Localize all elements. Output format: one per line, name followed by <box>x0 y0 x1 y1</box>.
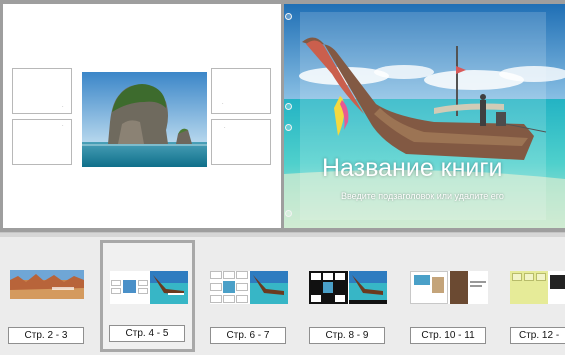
thumbnail-preview <box>110 271 188 304</box>
page-thumbnail[interactable]: Стр. 8 - 9 <box>305 243 397 349</box>
cover-page[interactable]: Название книги Введите подзаголовок или … <box>284 4 565 228</box>
page-thumbnail-selected[interactable]: Стр. 4 - 5 <box>100 240 195 352</box>
resize-handle[interactable] <box>285 124 292 131</box>
thumbnail-preview <box>410 271 488 304</box>
cover-title[interactable]: Название книги <box>322 154 562 183</box>
photobook-editor: · · · · Название книги Введите подзаголо… <box>0 0 565 355</box>
cover-text-frame[interactable] <box>300 12 546 220</box>
thumbnail-preview <box>10 270 84 299</box>
photo-placeholder[interactable]: · <box>211 119 271 165</box>
page-thumbnail[interactable]: Стр. 6 - 7 <box>206 243 298 349</box>
page-spread-editor: · · · · Название книги Введите подзаголо… <box>0 0 565 232</box>
photo-placeholder[interactable]: · <box>12 119 72 165</box>
photo-placeholder[interactable]: · <box>12 68 72 114</box>
thumbnail-preview <box>510 271 565 304</box>
thumbnail-preview <box>210 271 288 304</box>
thumbnail-label: Стр. 2 - 3 <box>8 327 84 344</box>
photo-placeholder[interactable]: · <box>211 68 271 114</box>
island-photo[interactable] <box>82 72 207 167</box>
resize-handle[interactable] <box>285 210 292 217</box>
thumbnail-preview <box>309 271 387 304</box>
thumbnail-label: Стр. 4 - 5 <box>109 325 185 342</box>
thumbnail-label: Стр. 6 - 7 <box>210 327 286 344</box>
resize-handle[interactable] <box>285 13 292 20</box>
cover-subtitle[interactable]: Введите подзаголовок или удалите его <box>341 191 556 201</box>
page-thumbnail[interactable]: Стр. 12 - <box>506 243 565 349</box>
page-thumbnails-strip: Стр. 2 - 3 Стр. 4 - 5 Стр. 6 - 7 Стр. 8 … <box>0 237 565 355</box>
page-thumbnail[interactable]: Стр. 10 - 11 <box>406 243 498 349</box>
thumbnail-label: Стр. 10 - 11 <box>410 327 486 344</box>
resize-handle[interactable] <box>285 103 292 110</box>
thumbnail-label: Стр. 8 - 9 <box>309 327 385 344</box>
left-page[interactable]: · · · · <box>3 4 281 228</box>
thumbnail-label: Стр. 12 - <box>510 327 565 344</box>
page-thumbnail[interactable]: Стр. 2 - 3 <box>4 243 96 349</box>
